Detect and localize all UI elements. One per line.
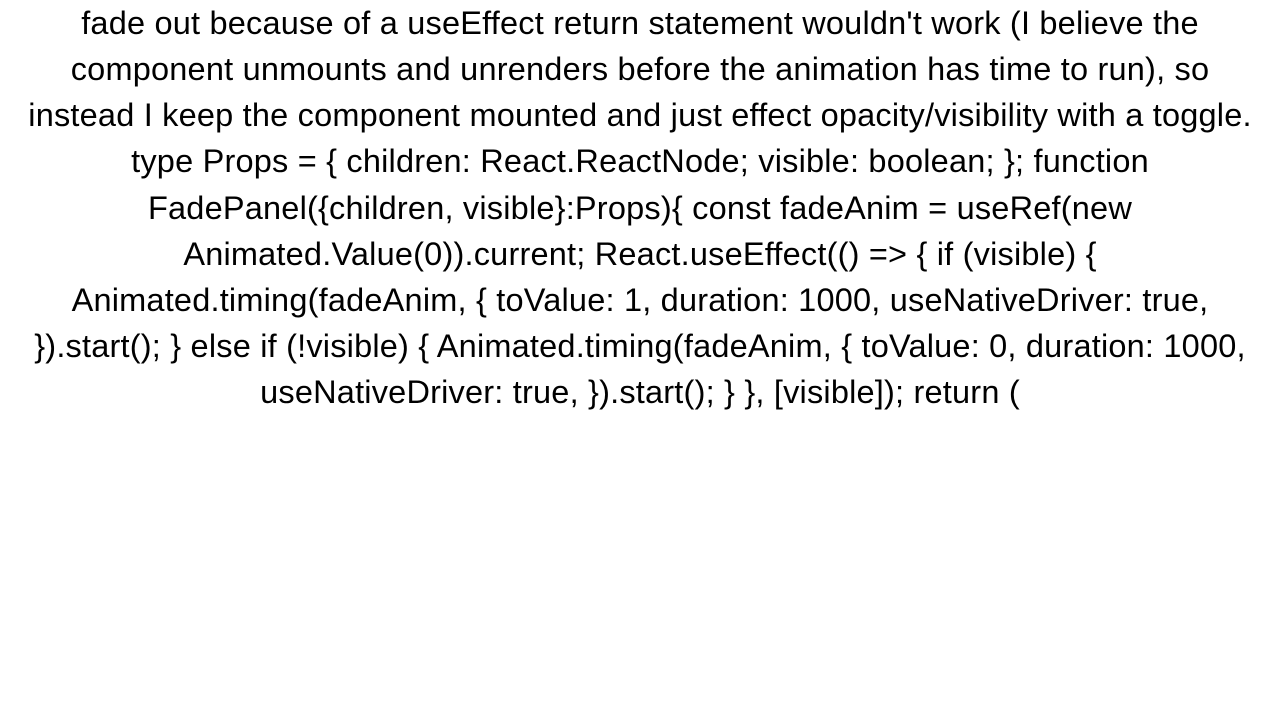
paragraph-text: fade out because of a useEffect return s… (28, 5, 1251, 410)
document-body: fade out because of a useEffect return s… (0, 0, 1280, 720)
